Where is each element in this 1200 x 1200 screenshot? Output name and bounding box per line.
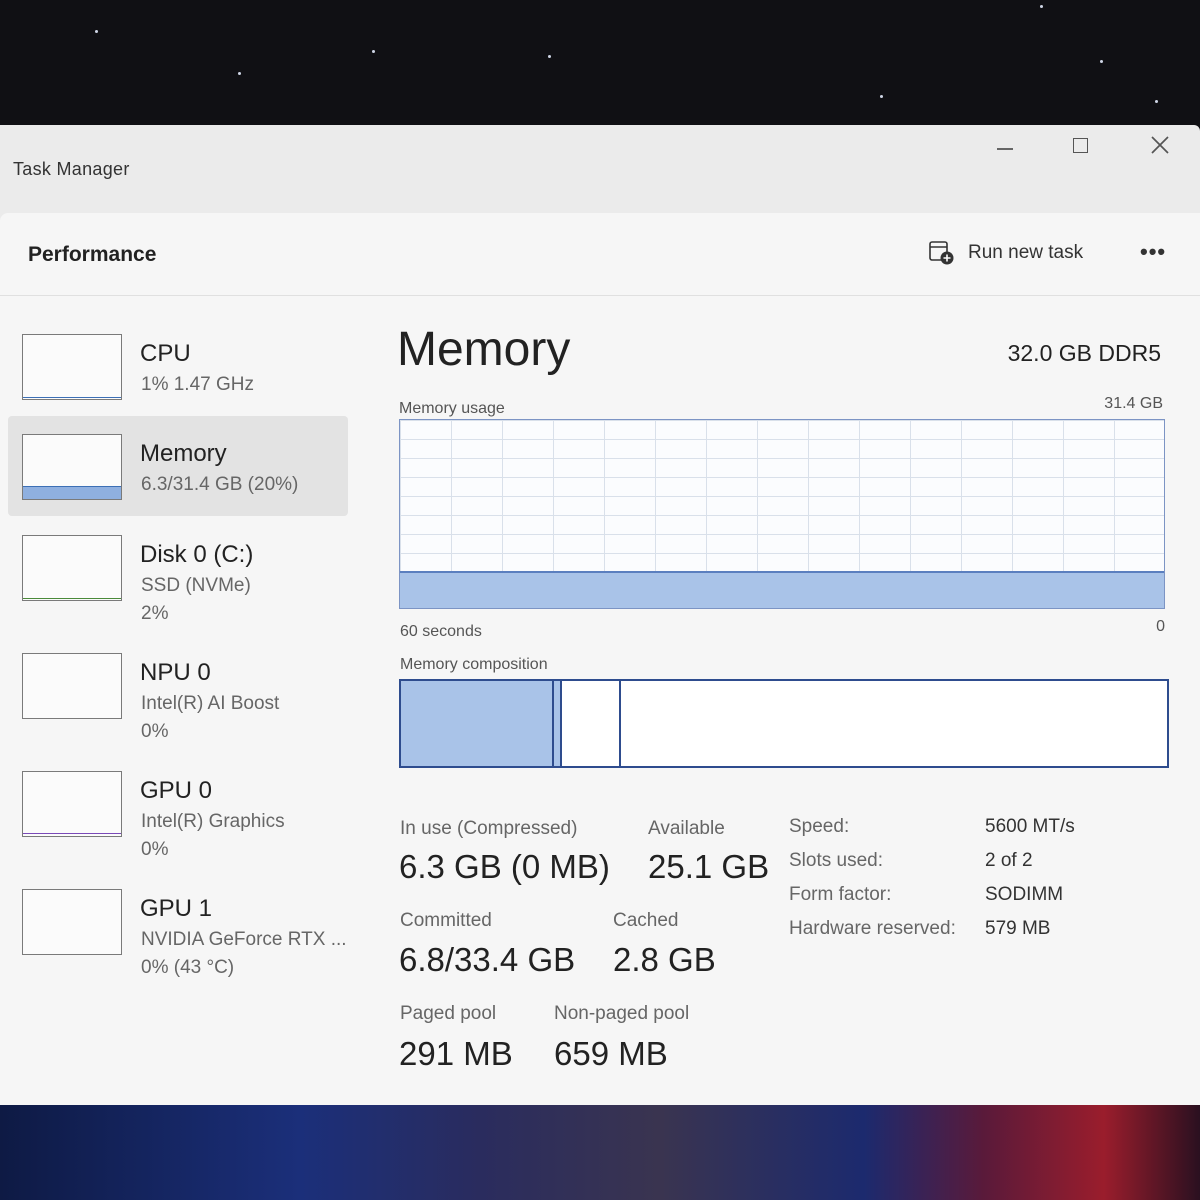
sidebar-thumbnail-graph — [22, 334, 122, 400]
page-header: Performance Run new task ••• — [0, 213, 1200, 296]
sidebar-item-usage: 0% — [141, 839, 169, 860]
maximize-button[interactable] — [1050, 125, 1110, 165]
sidebar-item-usage: 0% — [141, 721, 169, 742]
hardware-reserved-label: Hardware reserved: — [789, 918, 956, 939]
close-icon — [1151, 136, 1169, 154]
run-new-task-button[interactable]: Run new task — [928, 233, 1083, 273]
performance-sidebar: CPU 1% 1.47 GHz Memory 6.3/31.4 GB (20%) Dis… — [0, 296, 360, 1105]
desktop-background-top — [0, 0, 1200, 135]
speed-value: 5600 MT/s — [985, 816, 1075, 837]
composition-modified[interactable] — [554, 681, 562, 766]
non-paged-pool-value: 659 MB — [554, 1035, 668, 1072]
in-use-label: In use (Compressed) — [400, 818, 578, 839]
star — [880, 95, 883, 98]
memory-composition-bar — [399, 679, 1169, 768]
usage-graph-label: Memory usage — [399, 400, 505, 417]
sidebar-item-detail: Intel(R) Graphics — [141, 811, 285, 832]
sidebar-graph-line — [23, 486, 121, 499]
form-factor-label: Form factor: — [789, 884, 892, 905]
composition-in-use[interactable] — [401, 681, 555, 766]
slots-used-label: Slots used: — [789, 850, 883, 871]
star — [1040, 5, 1043, 8]
star — [95, 30, 98, 33]
star — [1100, 60, 1103, 63]
sidebar-item-name: NPU 0 — [140, 659, 211, 686]
committed-label: Committed — [400, 910, 492, 931]
sidebar-graph-line — [23, 832, 121, 836]
sidebar-item-name: Disk 0 (C:) — [140, 541, 254, 568]
memory-usage-graph — [399, 419, 1165, 609]
star — [238, 72, 241, 75]
paged-pool-value: 291 MB — [399, 1035, 513, 1072]
composition-standby[interactable] — [561, 681, 621, 766]
sidebar-thumbnail-graph — [22, 434, 122, 500]
title-bar[interactable]: Task Manager — [0, 125, 1200, 213]
star — [548, 55, 551, 58]
available-label: Available — [648, 818, 725, 839]
sidebar-thumbnail-graph — [22, 889, 122, 955]
sidebar-item-usage: 2% — [141, 603, 169, 624]
more-options-button[interactable]: ••• — [1140, 239, 1166, 265]
sidebar-item-name: GPU 0 — [140, 777, 213, 804]
maximize-icon — [1072, 137, 1088, 153]
sidebar-item-memory[interactable]: Memory 6.3/31.4 GB (20%) — [8, 416, 348, 516]
sidebar-item-usage: 0% (43 °C) — [141, 957, 235, 978]
sidebar-item-name: Memory — [140, 440, 227, 467]
minimize-button[interactable] — [975, 125, 1035, 165]
sidebar-item-detail: 6.3/31.4 GB (20%) — [141, 474, 299, 495]
sidebar-item-gpu-1[interactable]: GPU 1 NVIDIA GeForce RTX ... 0% (43 °C) — [8, 871, 348, 978]
sidebar-item-npu-0[interactable]: NPU 0 Intel(R) AI Boost 0% — [8, 635, 348, 742]
sidebar-item-detail: Intel(R) AI Boost — [141, 693, 280, 714]
minimize-icon — [997, 148, 1013, 150]
usage-graph-time-label: 60 seconds — [400, 623, 482, 640]
memory-spec: 32.0 GB DDR5 — [1007, 340, 1161, 366]
app-title: Task Manager — [13, 159, 130, 179]
star — [1155, 100, 1158, 103]
sidebar-graph-line — [23, 598, 121, 600]
composition-label: Memory composition — [400, 656, 548, 673]
memory-panel: Memory 32.0 GB DDR5 Memory usage 31.4 GB… — [380, 296, 1180, 1105]
in-use-value: 6.3 GB (0 MB) — [399, 848, 610, 885]
hardware-reserved-value: 579 MB — [985, 918, 1051, 939]
available-value: 25.1 GB — [648, 848, 770, 885]
sidebar-item-gpu-0[interactable]: GPU 0 Intel(R) Graphics 0% — [8, 753, 348, 860]
cached-label: Cached — [613, 910, 679, 931]
usage-graph-max-label: 31.4 GB — [1104, 395, 1163, 412]
non-paged-pool-label: Non-paged pool — [554, 1003, 690, 1024]
sidebar-graph-line — [23, 397, 121, 399]
sidebar-item-name: CPU — [140, 340, 191, 367]
committed-value: 6.8/33.4 GB — [399, 941, 576, 978]
sidebar-thumbnail-graph — [22, 535, 122, 601]
sidebar-item-detail: NVIDIA GeForce RTX ... — [141, 929, 347, 950]
sidebar-item-detail: SSD (NVMe) — [141, 575, 251, 596]
sidebar-thumbnail-graph — [22, 653, 122, 719]
close-button[interactable] — [1130, 125, 1190, 165]
sidebar-item-disk-0[interactable]: Disk 0 (C:) SSD (NVMe) 2% — [8, 517, 348, 624]
form-factor-value: SODIMM — [985, 884, 1064, 905]
star — [372, 50, 375, 53]
paged-pool-label: Paged pool — [400, 1003, 497, 1024]
sidebar-item-cpu[interactable]: CPU 1% 1.47 GHz — [8, 316, 348, 416]
desktop-background-bottom — [0, 1100, 1200, 1200]
memory-usage-fill — [400, 570, 1164, 608]
page-title: Performance — [28, 243, 157, 266]
composition-free[interactable] — [620, 681, 1167, 766]
sidebar-item-detail: 1% 1.47 GHz — [141, 374, 254, 395]
run-new-task-label: Run new task — [968, 242, 1084, 263]
slots-used-value: 2 of 2 — [985, 850, 1033, 871]
task-manager-window: Task Manager Performance Run new task ••… — [0, 125, 1200, 1105]
sidebar-item-name: GPU 1 — [140, 895, 213, 922]
sidebar-thumbnail-graph — [22, 771, 122, 837]
panel-title: Memory — [397, 323, 571, 376]
usage-graph-min-label: 0 — [1156, 618, 1165, 635]
run-new-task-icon — [929, 241, 954, 265]
speed-label: Speed: — [789, 816, 850, 837]
cached-value: 2.8 GB — [613, 941, 716, 978]
content-area: Performance Run new task ••• CPU 1% 1.47 … — [0, 213, 1200, 1105]
